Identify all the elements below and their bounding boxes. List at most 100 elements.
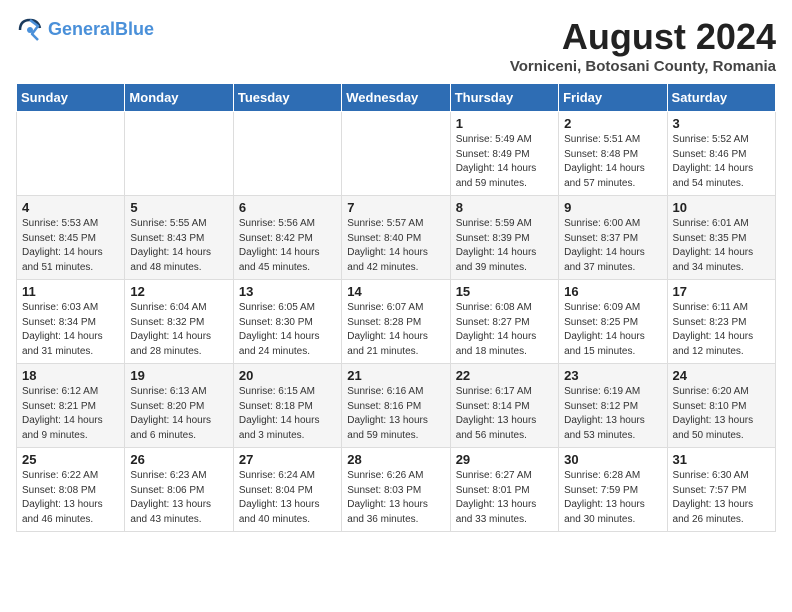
day-cell: 31 Sunrise: 6:30 AM Sunset: 7:57 PM Dayli… (667, 448, 775, 532)
day-info: Sunrise: 6:17 AM Sunset: 8:14 PM Dayligh… (456, 385, 553, 443)
day-number: 25 (22, 452, 119, 467)
day-cell: 29 Sunrise: 6:27 AM Sunset: 8:01 PM Dayli… (450, 448, 558, 532)
day-number: 20 (239, 368, 336, 383)
day-cell (342, 112, 450, 196)
day-cell: 5Sunrise: 5:55 AM Sunset: 8:43 PM Daylig… (125, 196, 233, 280)
week-row-3: 11Sunrise: 6:03 AM Sunset: 8:34 PM Dayli… (17, 280, 776, 364)
col-header-sunday: Sunday (17, 84, 125, 112)
day-info: Sunrise: 6:01 AM Sunset: 8:35 PM Dayligh… (673, 217, 770, 275)
location: Vorniceni, Botosani County, Romania (510, 58, 776, 75)
day-cell: 16Sunrise: 6:09 AM Sunset: 8:25 PM Dayli… (559, 280, 667, 364)
week-row-5: 25 Sunrise: 6:22 AM Sunset: 8:08 PM Dayli… (17, 448, 776, 532)
day-cell: 11Sunrise: 6:03 AM Sunset: 8:34 PM Dayli… (17, 280, 125, 364)
day-info: Sunrise: 6:19 AM Sunset: 8:12 PM Dayligh… (564, 385, 661, 443)
day-info: Sunrise: 6:26 AM Sunset: 8:03 PM Dayligh… (347, 469, 444, 527)
day-info: Sunrise: 6:23 AM Sunset: 8:06 PM Dayligh… (130, 469, 227, 527)
day-cell: 14Sunrise: 6:07 AM Sunset: 8:28 PM Dayli… (342, 280, 450, 364)
day-number: 22 (456, 368, 553, 383)
day-cell (17, 112, 125, 196)
title-area: August 2024 Vorniceni, Botosani County, … (510, 16, 776, 75)
day-info: Sunrise: 6:08 AM Sunset: 8:27 PM Dayligh… (456, 301, 553, 359)
day-info: Sunrise: 6:30 AM Sunset: 7:57 PM Dayligh… (673, 469, 770, 527)
day-info: Sunrise: 6:12 AM Sunset: 8:21 PM Dayligh… (22, 385, 119, 443)
day-info: Sunrise: 5:56 AM Sunset: 8:42 PM Dayligh… (239, 217, 336, 275)
day-number: 19 (130, 368, 227, 383)
day-number: 9 (564, 200, 661, 215)
day-number: 3 (673, 116, 770, 131)
day-number: 11 (22, 284, 119, 299)
day-cell: 19 Sunrise: 6:13 AM Sunset: 8:20 PM Dayli… (125, 364, 233, 448)
day-cell: 3 Sunrise: 5:52 AM Sunset: 8:46 PM Daylig… (667, 112, 775, 196)
day-cell (233, 112, 341, 196)
day-cell: 30Sunrise: 6:28 AM Sunset: 7:59 PM Dayli… (559, 448, 667, 532)
day-cell: 20 Sunrise: 6:15 AM Sunset: 8:18 PM Dayli… (233, 364, 341, 448)
day-info: Sunrise: 6:15 AM Sunset: 8:18 PM Dayligh… (239, 385, 336, 443)
day-cell: 15 Sunrise: 6:08 AM Sunset: 8:27 PM Dayli… (450, 280, 558, 364)
col-header-thursday: Thursday (450, 84, 558, 112)
col-header-tuesday: Tuesday (233, 84, 341, 112)
logo-line2: Blue (115, 19, 154, 39)
day-cell: 22 Sunrise: 6:17 AM Sunset: 8:14 PM Dayli… (450, 364, 558, 448)
day-number: 10 (673, 200, 770, 215)
day-info: Sunrise: 6:20 AM Sunset: 8:10 PM Dayligh… (673, 385, 770, 443)
day-cell: 7 Sunrise: 5:57 AM Sunset: 8:40 PM Daylig… (342, 196, 450, 280)
day-cell: 1 Sunrise: 5:49 AM Sunset: 8:49 PM Daylig… (450, 112, 558, 196)
day-number: 29 (456, 452, 553, 467)
header-row: SundayMondayTuesdayWednesdayThursdayFrid… (17, 84, 776, 112)
day-cell: 4Sunrise: 5:53 AM Sunset: 8:45 PM Daylig… (17, 196, 125, 280)
calendar-table: SundayMondayTuesdayWednesdayThursdayFrid… (16, 83, 776, 532)
day-number: 15 (456, 284, 553, 299)
day-info: Sunrise: 5:49 AM Sunset: 8:49 PM Dayligh… (456, 133, 553, 191)
day-cell: 26Sunrise: 6:23 AM Sunset: 8:06 PM Dayli… (125, 448, 233, 532)
day-number: 7 (347, 200, 444, 215)
day-cell: 8 Sunrise: 5:59 AM Sunset: 8:39 PM Daylig… (450, 196, 558, 280)
week-row-1: 1 Sunrise: 5:49 AM Sunset: 8:49 PM Daylig… (17, 112, 776, 196)
day-info: Sunrise: 6:22 AM Sunset: 8:08 PM Dayligh… (22, 469, 119, 527)
day-info: Sunrise: 5:55 AM Sunset: 8:43 PM Dayligh… (130, 217, 227, 275)
week-row-2: 4Sunrise: 5:53 AM Sunset: 8:45 PM Daylig… (17, 196, 776, 280)
day-info: Sunrise: 5:52 AM Sunset: 8:46 PM Dayligh… (673, 133, 770, 191)
day-info: Sunrise: 6:13 AM Sunset: 8:20 PM Dayligh… (130, 385, 227, 443)
day-number: 4 (22, 200, 119, 215)
day-number: 18 (22, 368, 119, 383)
day-number: 8 (456, 200, 553, 215)
day-number: 31 (673, 452, 770, 467)
day-cell: 24 Sunrise: 6:20 AM Sunset: 8:10 PM Dayli… (667, 364, 775, 448)
week-row-4: 18 Sunrise: 6:12 AM Sunset: 8:21 PM Dayli… (17, 364, 776, 448)
col-header-saturday: Saturday (667, 84, 775, 112)
day-cell: 13 Sunrise: 6:05 AM Sunset: 8:30 PM Dayli… (233, 280, 341, 364)
day-cell: 25 Sunrise: 6:22 AM Sunset: 8:08 PM Dayli… (17, 448, 125, 532)
day-info: Sunrise: 6:28 AM Sunset: 7:59 PM Dayligh… (564, 469, 661, 527)
day-info: Sunrise: 6:27 AM Sunset: 8:01 PM Dayligh… (456, 469, 553, 527)
day-cell: 12 Sunrise: 6:04 AM Sunset: 8:32 PM Dayli… (125, 280, 233, 364)
day-info: Sunrise: 6:11 AM Sunset: 8:23 PM Dayligh… (673, 301, 770, 359)
day-info: Sunrise: 6:05 AM Sunset: 8:30 PM Dayligh… (239, 301, 336, 359)
day-info: Sunrise: 5:57 AM Sunset: 8:40 PM Dayligh… (347, 217, 444, 275)
col-header-monday: Monday (125, 84, 233, 112)
day-number: 6 (239, 200, 336, 215)
day-info: Sunrise: 6:04 AM Sunset: 8:32 PM Dayligh… (130, 301, 227, 359)
day-cell (125, 112, 233, 196)
day-info: Sunrise: 5:51 AM Sunset: 8:48 PM Dayligh… (564, 133, 661, 191)
day-number: 16 (564, 284, 661, 299)
day-cell: 9 Sunrise: 6:00 AM Sunset: 8:37 PM Daylig… (559, 196, 667, 280)
day-info: Sunrise: 6:00 AM Sunset: 8:37 PM Dayligh… (564, 217, 661, 275)
day-number: 2 (564, 116, 661, 131)
day-number: 27 (239, 452, 336, 467)
day-cell: 28 Sunrise: 6:26 AM Sunset: 8:03 PM Dayli… (342, 448, 450, 532)
day-cell: 6 Sunrise: 5:56 AM Sunset: 8:42 PM Daylig… (233, 196, 341, 280)
day-cell: 21Sunrise: 6:16 AM Sunset: 8:16 PM Dayli… (342, 364, 450, 448)
day-number: 1 (456, 116, 553, 131)
day-number: 21 (347, 368, 444, 383)
day-info: Sunrise: 6:24 AM Sunset: 8:04 PM Dayligh… (239, 469, 336, 527)
day-number: 24 (673, 368, 770, 383)
day-cell: 17Sunrise: 6:11 AM Sunset: 8:23 PM Dayli… (667, 280, 775, 364)
day-cell: 27 Sunrise: 6:24 AM Sunset: 8:04 PM Dayli… (233, 448, 341, 532)
day-cell: 23Sunrise: 6:19 AM Sunset: 8:12 PM Dayli… (559, 364, 667, 448)
day-number: 12 (130, 284, 227, 299)
day-info: Sunrise: 5:59 AM Sunset: 8:39 PM Dayligh… (456, 217, 553, 275)
day-number: 13 (239, 284, 336, 299)
col-header-friday: Friday (559, 84, 667, 112)
day-number: 28 (347, 452, 444, 467)
day-cell: 18 Sunrise: 6:12 AM Sunset: 8:21 PM Dayli… (17, 364, 125, 448)
